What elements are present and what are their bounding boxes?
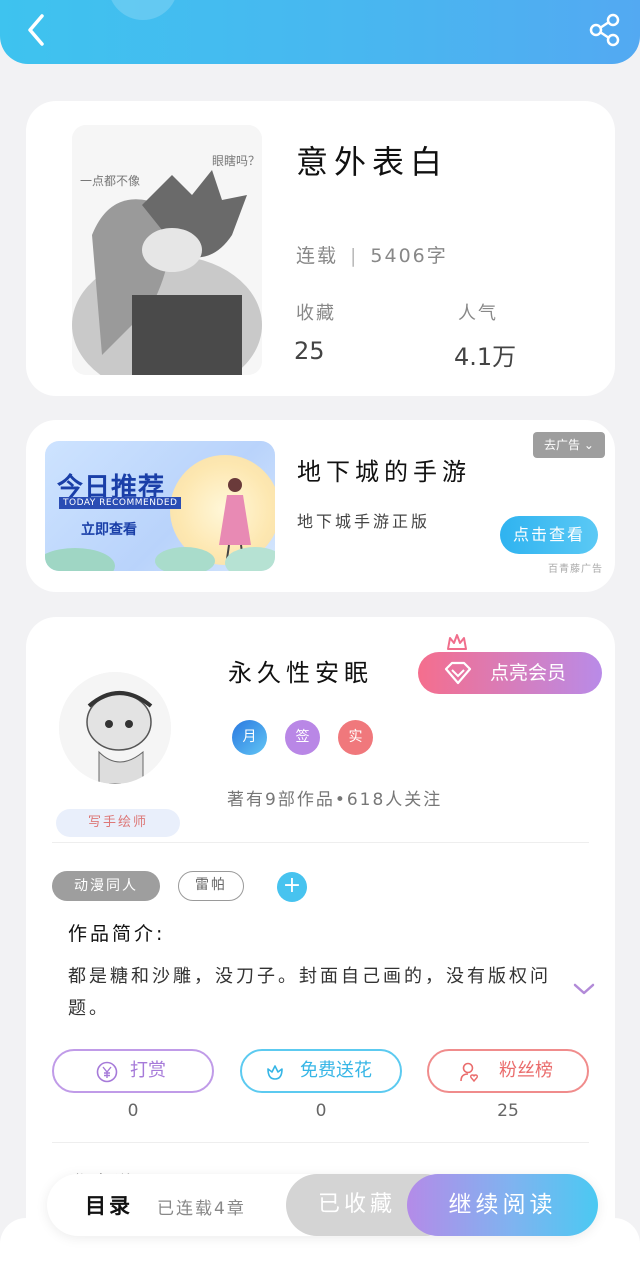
tag-item[interactable]: 雷帕 <box>178 871 244 901</box>
fan-ranking-button[interactable]: 粉丝榜 <box>427 1049 589 1093</box>
remove-ad-label: 去广告 <box>544 438 581 452</box>
cover-text-left: 一点都不像 <box>80 174 140 188</box>
banner-bushes <box>45 547 275 571</box>
book-cover[interactable]: 一点都不像 眼瞎吗？ <box>72 125 262 375</box>
share-icon[interactable] <box>588 12 622 48</box>
yen-icon <box>96 1061 118 1083</box>
fan-ranking-label: 粉丝榜 <box>499 1060 553 1081</box>
book-info-card: 一点都不像 眼瞎吗？ 意外表白 连载 | 5406字 收藏 25 人气 4.1万 <box>26 101 615 396</box>
ad-title: 地下城的手游 <box>297 458 471 486</box>
popularity-label: 人气 <box>458 303 498 324</box>
monthly-badge: 月 <box>232 720 267 755</box>
vip-button[interactable]: 点亮会员 <box>418 652 602 694</box>
avatar-illustration <box>59 672 171 784</box>
book-title: 意外表白 <box>296 143 449 181</box>
intro-title: 作品简介: <box>68 923 166 945</box>
reward-button[interactable]: 打赏 <box>52 1049 214 1093</box>
favorites-value: 25 <box>294 337 325 365</box>
vip-label: 点亮会员 <box>490 662 567 684</box>
expand-chevron-icon[interactable] <box>572 980 596 998</box>
reward-count: 0 <box>127 1101 139 1121</box>
author-name: 永久性安眠 <box>228 659 373 687</box>
tag-item[interactable]: 动漫同人 <box>52 871 160 901</box>
crown-icon <box>447 634 467 650</box>
intro-text: 都是糖和沙雕，没刀子。封面自己画的，没有版权问题。 <box>68 966 551 1019</box>
author-role-tag: 写手绘师 <box>56 809 180 837</box>
bottom-action-bar: 目录 已连载4章 已收藏 继续阅读 <box>47 1174 598 1236</box>
flower-count: 0 <box>315 1101 327 1121</box>
diamond-icon <box>444 661 472 685</box>
chevron-down-icon: ⌄ <box>583 438 594 452</box>
divider <box>52 1142 589 1143</box>
user-heart-icon <box>460 1062 478 1083</box>
book-status-line: 连载 | 5406字 <box>296 241 448 268</box>
top-bar <box>0 0 640 64</box>
back-arrow-icon[interactable] <box>18 10 58 50</box>
send-flower-button[interactable]: 免费送花 <box>240 1049 402 1093</box>
ad-view-button[interactable]: 点击查看 <box>500 516 598 554</box>
reward-label: 打赏 <box>130 1060 166 1081</box>
status-separator: | <box>350 245 359 267</box>
ad-description: 地下城手游正版 <box>297 512 431 531</box>
word-count: 5406字 <box>370 245 448 267</box>
cover-text-right: 眼瞎吗？ <box>212 153 260 168</box>
flower-icon <box>267 1065 283 1080</box>
serial-status: 连载 <box>296 245 339 267</box>
author-stats: 著有9部作品•618人关注 <box>227 790 443 810</box>
ad-source: 百青藤广告 <box>548 564 603 575</box>
banner-cta: 立即查看 <box>81 522 137 538</box>
remove-ad-button[interactable]: 去广告 ⌄ <box>533 432 605 458</box>
add-tag-button[interactable]: + <box>277 872 307 902</box>
send-flower-label: 免费送花 <box>300 1060 372 1081</box>
decor-bubble <box>108 0 178 20</box>
verified-badge: 实 <box>338 720 373 755</box>
signed-badge: 签 <box>285 720 320 755</box>
divider <box>52 842 589 843</box>
popularity-value: 4.1万 <box>454 343 517 371</box>
toc-button[interactable]: 目录 <box>85 1190 133 1220</box>
continue-reading-button[interactable]: 继续阅读 <box>407 1174 598 1236</box>
chapter-count: 已连载4章 <box>157 1199 246 1219</box>
ad-card: 今日推荐 TODAY RECOMMENDED 立即查看 地下城的手游 地下城手游… <box>26 420 615 592</box>
banner-subtitle: TODAY RECOMMENDED <box>59 497 182 509</box>
author-avatar[interactable] <box>59 672 171 784</box>
fan-count: 25 <box>497 1101 519 1121</box>
author-card: 写手绘师 永久性安眠 点亮会员 月 签 实 著有9部作品•618人关注 动漫同人… <box>26 617 615 1257</box>
favorites-label: 收藏 <box>296 303 336 324</box>
cover-illustration: 一点都不像 眼瞎吗？ <box>72 125 262 375</box>
ad-banner[interactable]: 今日推荐 TODAY RECOMMENDED 立即查看 <box>45 441 275 571</box>
